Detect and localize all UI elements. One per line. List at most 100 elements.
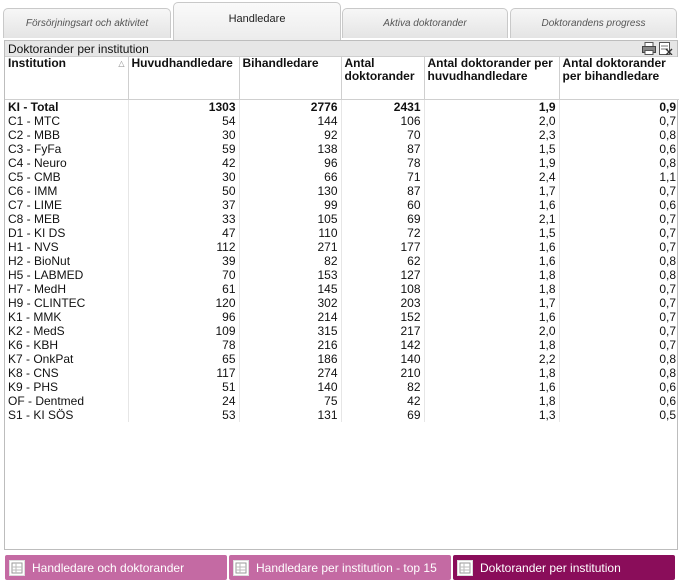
table-row: H9 - CLINTEC 120 302 203 1,7 0,7 [5,295,679,310]
table-row: C6 - IMM 50 130 87 1,7 0,7 [5,183,679,198]
table-row: C7 - LIME 37 99 60 1,6 0,6 [5,197,679,212]
bottom-tab-handledare-per-institution[interactable]: Handledare per institution - top 15 [229,555,451,580]
cell-per-huvudhandledare: 1,5 [424,225,560,240]
table-row: H5 - LABMED 70 153 127 1,8 0,8 [5,267,679,282]
export-excel-icon[interactable] [659,42,673,55]
cell-institution: C6 - IMM [5,183,129,198]
cell-bihandledare: 214 [239,309,342,324]
cell-per-bihandledare: 0,7 [659,337,676,352]
cell-institution: D1 - KI DS [5,225,129,240]
tab-doktorandens-progress[interactable]: Doktorandens progress [510,8,677,38]
cell-huvudhandledare: 42 [128,155,240,170]
column-header-per-bihandledare[interactable]: Antal doktorander per bihandledare [559,57,679,100]
sheet-icon [9,559,25,576]
cell-bihandledare: 110 [239,225,342,240]
table-row-total: KI - Total 1303 2776 2431 1,9 0,9 [5,99,679,114]
cell-huvudhandledare: 120 [128,295,240,310]
cell-bihandledare: 216 [239,337,342,352]
cell-huvudhandledare: 53 [128,407,240,422]
cell-bihandledare: 186 [239,351,342,366]
cell-antal-doktorander: 42 [341,393,425,408]
tab-handledare[interactable]: Handledare [173,2,341,40]
cell-huvudhandledare: 61 [128,281,240,296]
cell-per-bihandledare: 0,8 [659,155,676,170]
bottom-tab-doktorander-per-institution[interactable]: Doktorander per institution [453,555,675,580]
cell-institution: K7 - OnkPat [5,351,129,366]
cell-per-bihandledare: 0,6 [659,379,676,394]
table-header-row: △ Institution Huvudhandledare Bihandledar… [5,57,679,100]
cell-antal-doktorander: 217 [341,323,425,338]
cell-per-bihandledare: 0,6 [659,197,676,212]
cell-bihandledare: 140 [239,379,342,394]
cell-bihandledare: 153 [239,267,342,282]
column-header-per-huvudhandledare[interactable]: Antal doktorander per huvudhandledare [424,57,560,100]
cell-per-huvudhandledare: 1,9 [424,155,560,170]
cell-bihandledare: 131 [239,407,342,422]
top-tab-bar: Försörjningsart och aktivitet Handledare… [0,0,680,40]
cell-per-huvudhandledare: 1,8 [424,337,560,352]
cell-institution: K1 - MMK [5,309,129,324]
cell-huvudhandledare: 54 [128,113,240,128]
table-row: C8 - MEB 33 105 69 2,1 0,7 [5,211,679,226]
cell-huvudhandledare: 70 [128,267,240,282]
table-row: H1 - NVS 112 271 177 1,6 0,7 [5,239,679,254]
cell-huvudhandledare: 50 [128,183,240,198]
cell-per-huvudhandledare: 2,0 [424,113,560,128]
cell-per-huvudhandledare: 1,5 [424,141,560,156]
cell-bihandledare: 130 [239,183,342,198]
column-header-antal-doktorander[interactable]: Antal doktorander [341,57,425,100]
cell-antal-doktorander: 177 [341,239,425,254]
cell-institution: K9 - PHS [5,379,129,394]
cell-per-huvudhandledare: 2,4 [424,169,560,184]
cell-huvudhandledare: 1303 [128,99,240,114]
cell-per-bihandledare: 1,1 [659,169,676,184]
cell-institution: C5 - CMB [5,169,129,184]
cell-antal-doktorander: 203 [341,295,425,310]
cell-per-bihandledare: 0,7 [659,211,676,226]
cell-huvudhandledare: 96 [128,309,240,324]
cell-huvudhandledare: 30 [128,127,240,142]
column-header-huvudhandledare[interactable]: Huvudhandledare [128,57,240,100]
cell-per-huvudhandledare: 1,6 [424,379,560,394]
cell-per-huvudhandledare: 1,7 [424,183,560,198]
cell-bihandledare: 144 [239,113,342,128]
cell-bihandledare: 2776 [239,99,342,114]
cell-per-bihandledare: 0,7 [659,281,676,296]
table-row: K7 - OnkPat 65 186 140 2,2 0,8 [5,351,679,366]
cell-institution: S1 - KI SÖS [5,407,129,422]
cell-institution: K6 - KBH [5,337,129,352]
cell-bihandledare: 99 [239,197,342,212]
cell-per-bihandledare: 0,7 [659,183,676,198]
cell-per-huvudhandledare: 2,0 [424,323,560,338]
cell-per-huvudhandledare: 2,1 [424,211,560,226]
cell-institution: K8 - CNS [5,365,129,380]
cell-per-bihandledare: 0,9 [659,99,676,114]
column-header-institution[interactable]: △ Institution [5,57,129,100]
cell-huvudhandledare: 117 [128,365,240,380]
cell-bihandledare: 96 [239,155,342,170]
cell-per-huvudhandledare: 2,3 [424,127,560,142]
cell-institution: H9 - CLINTEC [5,295,129,310]
sheet-icon [457,559,473,576]
cell-antal-doktorander: 72 [341,225,425,240]
column-header-bihandledare[interactable]: Bihandledare [239,57,342,100]
cell-antal-doktorander: 69 [341,211,425,226]
cell-bihandledare: 92 [239,127,342,142]
cell-antal-doktorander: 152 [341,309,425,324]
cell-per-bihandledare: 0,8 [659,253,676,268]
tab-aktiva-doktorander[interactable]: Aktiva doktorander [342,8,508,38]
tab-forsorjningsart[interactable]: Försörjningsart och aktivitet [3,8,171,38]
cell-huvudhandledare: 51 [128,379,240,394]
cell-bihandledare: 274 [239,365,342,380]
table-row: S1 - KI SÖS 53 131 69 1,3 0,5 [5,407,679,422]
table-row: H7 - MedH 61 145 108 1,8 0,7 [5,281,679,296]
bottom-tab-handledare-och-doktorander[interactable]: Handledare och doktorander [5,555,227,580]
cell-per-bihandledare: 0,7 [659,225,676,240]
cell-institution: OF - Dentmed [5,393,129,408]
cell-per-bihandledare: 0,7 [659,239,676,254]
cell-huvudhandledare: 33 [128,211,240,226]
cell-huvudhandledare: 47 [128,225,240,240]
cell-bihandledare: 66 [239,169,342,184]
table-row: K2 - MedS 109 315 217 2,0 0,7 [5,323,679,338]
printer-icon[interactable] [642,42,656,55]
